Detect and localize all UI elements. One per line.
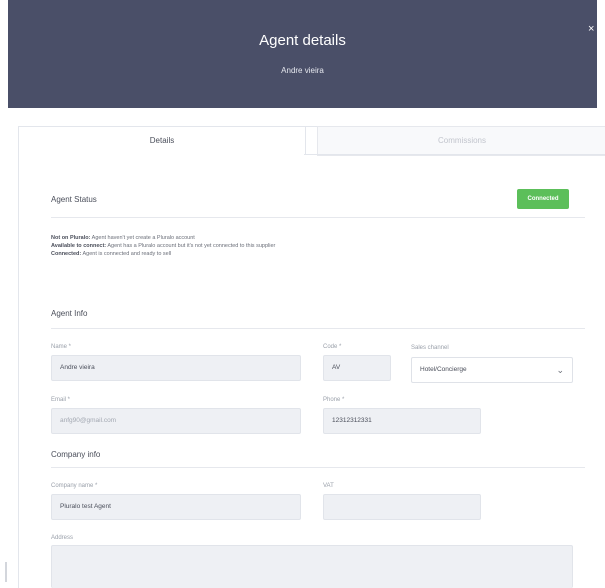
company-info-divider bbox=[51, 467, 585, 468]
name-input[interactable]: Andre vieira bbox=[51, 355, 301, 381]
phone-input[interactable]: 12312312331 bbox=[323, 408, 481, 434]
tab-details[interactable]: Details bbox=[18, 126, 306, 155]
sales-channel-value: Hotel/Concierge bbox=[420, 366, 467, 373]
email-input[interactable]: anfg90@gmail.com bbox=[51, 408, 301, 434]
vat-label: VAT bbox=[323, 483, 334, 489]
tab-commissions[interactable]: Commissions bbox=[317, 126, 605, 156]
modal-subtitle: Andre vieira bbox=[281, 66, 324, 75]
details-panel: Details Commissions Agent Status Connect… bbox=[18, 126, 605, 588]
details-card: Agent Status Connected Not on Pluralo: A… bbox=[35, 167, 587, 588]
sales-channel-label: Sales channel bbox=[411, 345, 449, 351]
code-input[interactable]: AV bbox=[323, 355, 391, 381]
sales-channel-select[interactable]: Hotel/Concierge ⌄ bbox=[411, 357, 573, 383]
close-icon[interactable]: × bbox=[588, 24, 594, 35]
phone-label: Phone * bbox=[323, 397, 345, 403]
email-label: Email * bbox=[51, 397, 71, 403]
code-label: Code * bbox=[323, 344, 342, 350]
legend-item: Not on Pluralo: Agent haven't yet create… bbox=[51, 235, 195, 241]
chevron-down-icon: ⌄ bbox=[556, 365, 564, 375]
status-legend: Not on Pluralo: Agent haven't yet create… bbox=[51, 234, 275, 258]
name-label: Name * bbox=[51, 344, 72, 350]
tab-divider bbox=[304, 154, 605, 155]
legend-item: Connected: Agent is connected and ready … bbox=[51, 251, 172, 257]
agent-info-title: Agent Info bbox=[51, 309, 88, 318]
scroll-handle[interactable] bbox=[0, 562, 7, 582]
address-label: Address bbox=[51, 535, 74, 541]
modal-title: Agent details bbox=[259, 32, 346, 49]
legend-item: Available to connect: Agent has a Plural… bbox=[51, 243, 276, 249]
address-input[interactable] bbox=[51, 545, 573, 588]
modal-header: Agent details Andre vieira bbox=[8, 0, 597, 108]
status-badge: Connected bbox=[517, 189, 569, 209]
status-divider bbox=[51, 217, 585, 218]
agent-status-title: Agent Status bbox=[51, 195, 97, 204]
company-name-label: Company name * bbox=[51, 483, 98, 489]
agent-info-divider bbox=[51, 328, 585, 329]
vat-input[interactable] bbox=[323, 494, 481, 520]
company-info-title: Company info bbox=[51, 450, 101, 459]
company-name-input[interactable]: Pluralo test Agent bbox=[51, 494, 301, 520]
